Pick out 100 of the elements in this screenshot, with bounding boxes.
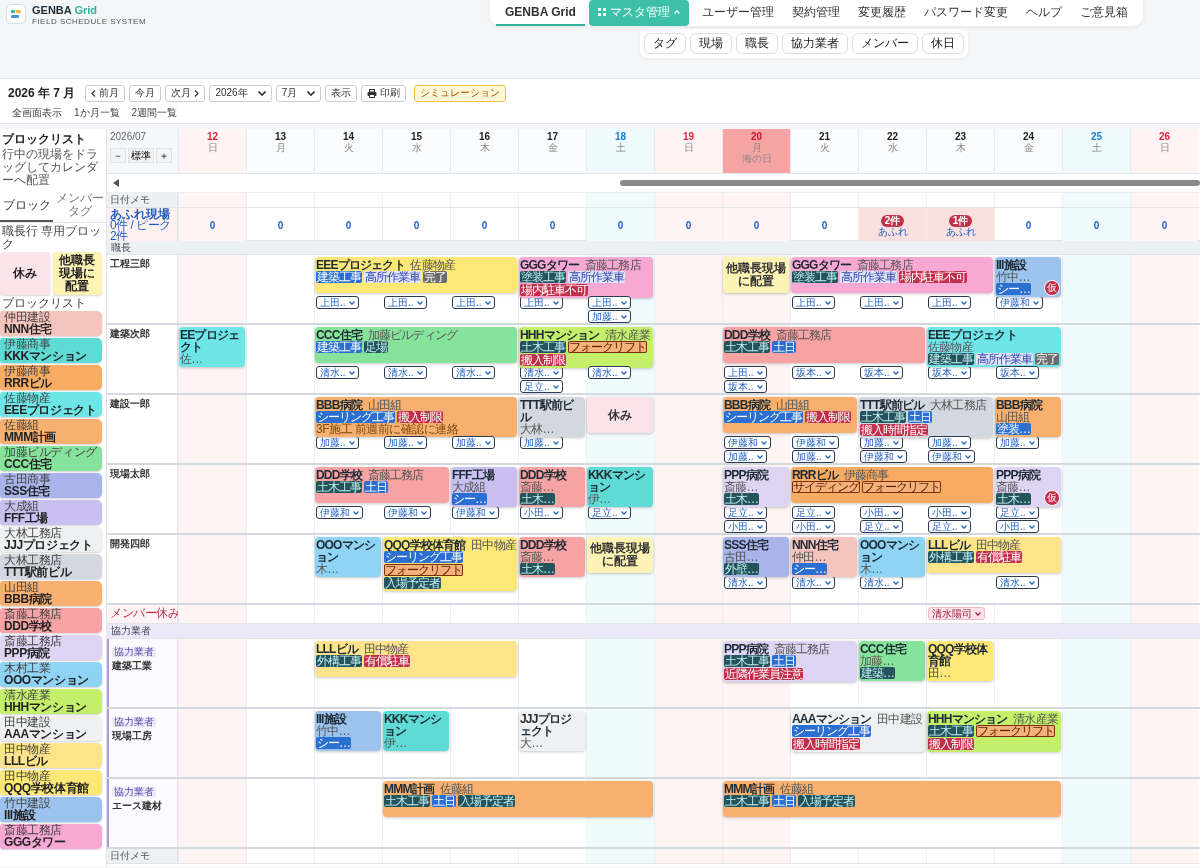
zoom-button[interactable]: － [110,148,126,163]
prev-button[interactable]: 前月 [85,84,126,102]
site-block[interactable]: 大成組 FFF工場 [0,500,102,525]
member-chip[interactable]: 坂本.. [996,366,1039,379]
site-block[interactable]: 木村工業 OOOマンション [0,662,102,687]
schedule-block[interactable]: 休み [587,397,653,433]
site-block[interactable]: 伊藤商事 RRRビル [0,365,102,390]
member-chip[interactable]: 清水.. [384,366,427,379]
member-chip[interactable]: 上田.. [384,296,427,309]
schedule-bar[interactable]: MMM計画 佐藤組 土木工事 土日 入場予定者 [723,781,1061,817]
select-field[interactable]: 7月 [275,84,322,102]
member-chip[interactable]: 清水陽司 [928,607,985,620]
special-block[interactable]: 休み [0,252,50,295]
member-chip[interactable]: 伊藤和 [792,436,839,449]
schedule-bar[interactable]: EEEプロジェクト 佐藤物産 建築工事 高所作業車 完了 [315,257,517,293]
schedule-bar[interactable]: SSS住宅 古田… 外壁… [723,537,789,577]
panel-tab[interactable]: メンバータグ [53,190,106,222]
site-block[interactable]: 大林工務店 TTT駅前ビル [0,554,102,579]
member-chip[interactable]: 足立.. [928,520,971,533]
site-block[interactable]: 佐藤組 MMM計画 [0,419,102,444]
schedule-bar[interactable]: III施設 竹中… シー… [315,711,381,751]
select-field[interactable]: 2026年 [209,84,272,102]
schedule-block[interactable]: 他職長現場に配置 [723,257,789,293]
schedule-bar[interactable]: TTT駅前ビル 大林… [519,397,585,437]
schedule-bar[interactable]: OOOマンション 木… [315,537,381,577]
member-chip[interactable]: 小田.. [860,506,903,519]
site-block[interactable]: 田中物産 QQQ学校体育館 [0,770,102,795]
schedule-bar[interactable]: LLLビル 田中物産 外構工事 有償駐車 [315,641,517,677]
submenu-button[interactable]: 協力業者 [782,33,848,54]
special-block[interactable]: 他職長現場に配置 [52,252,102,295]
site-block[interactable]: 加藤ビルディング CCC住宅 [0,446,102,471]
member-chip[interactable]: 小田.. [928,506,971,519]
schedule-bar[interactable]: JJJプロジェクト 大… [519,711,585,751]
schedule-bar[interactable]: PPP病院 斎藤工務店 土木工事 土日 近隣作業員注意 [723,641,857,682]
member-chip[interactable]: 坂本.. [792,366,835,379]
nav-tab[interactable]: ユーザー管理 [692,0,783,26]
submenu-button[interactable]: 現場 [690,33,732,54]
schedule-block[interactable]: 他職長現場に配置 [587,537,653,573]
submenu-button[interactable]: タグ [644,33,686,54]
member-chip[interactable]: 上田.. [724,366,767,379]
submenu-button[interactable]: 職長 [736,33,778,54]
member-chip[interactable]: 上田.. [928,296,971,309]
site-block[interactable]: 伊藤商事 KKKマンション [0,338,102,363]
site-block[interactable]: 大林工務店 JJJプロジェクト [0,527,102,552]
schedule-bar[interactable]: GGGタワー 斎藤工務店 塗装工事 高所作業車 場内駐車不可 [791,257,993,293]
schedule-bar[interactable]: AAAマンション 田中建設 シーリング工事 搬入時間指定 [791,711,925,752]
member-chip[interactable]: 足立.. [520,380,563,393]
nav-tab[interactable]: ご意見箱 [1070,0,1137,26]
member-chip[interactable]: 伊藤和 [928,450,975,463]
member-chip[interactable]: 加藤.. [792,450,835,463]
member-chip[interactable]: 小田.. [996,520,1039,533]
schedule-bar[interactable]: CCC住宅 加藤… 建築… [859,641,925,681]
member-chip[interactable]: 上田.. [860,296,903,309]
schedule-bar[interactable]: BBB病院 山田組 塗装… [995,397,1061,437]
site-block[interactable]: 山田組 BBB病院 [0,581,102,606]
member-chip[interactable]: 伊藤和 [316,506,363,519]
schedule-bar[interactable]: GGGタワー 斎藤工務店 塗装工事 高所作業車 場内駐車不可 [519,257,653,298]
nav-tab[interactable]: ヘルプ [1016,0,1071,26]
toolbar-button[interactable]: 表示 [325,84,358,102]
schedule-bar[interactable]: KKKマンション 伊… [383,711,449,751]
member-chip[interactable]: 小田.. [724,520,767,533]
member-chip[interactable]: 加藤.. [928,436,971,449]
member-chip[interactable]: 清水.. [452,366,495,379]
view-link[interactable]: 2週間一覧 [131,106,178,120]
site-block[interactable]: 佐藤物産 EEEプロジェクト [0,392,102,417]
member-chip[interactable]: 坂本.. [860,366,903,379]
schedule-bar[interactable]: HHHマンション 清水産業 土木工事 フォークリフト 搬入制限 [927,711,1061,752]
member-chip[interactable]: 小田.. [792,520,835,533]
schedule-bar[interactable]: BBB病院 山田組 シーリング工事 搬入制限 3F施工 前週前に確認に連絡 [315,397,517,437]
view-link[interactable]: 全画面表示 [12,106,62,120]
member-chip[interactable]: 清水.. [996,576,1039,589]
site-block[interactable]: 斎藤工務店 GGGタワー [0,824,102,849]
panel-tab[interactable]: ブロック [0,190,53,222]
schedule-bar[interactable]: NNN住宅 仲田… シー… [791,537,857,577]
schedule-bar[interactable]: QQQ学校体育館 田… [927,641,993,681]
member-chip[interactable]: 上田.. [792,296,835,309]
toolbar-button[interactable]: 今月 [129,84,162,102]
scrollbar-thumb[interactable] [620,180,1200,186]
member-chip[interactable]: 加藤.. [724,450,767,463]
member-chip[interactable]: 伊藤和 [724,436,771,449]
site-block[interactable]: 清水産業 HHHマンション [0,689,102,714]
zoom-button[interactable]: ＋ [156,148,172,163]
member-chip[interactable]: 足立.. [792,506,835,519]
submenu-button[interactable]: 休日 [922,33,964,54]
site-block[interactable]: 田中物産 LLLビル [0,743,102,768]
member-chip[interactable]: 足立.. [860,520,903,533]
member-chip[interactable]: 加藤.. [588,310,631,323]
nav-tab[interactable]: パスワード変更 [914,0,1017,26]
schedule-bar[interactable]: DDD学校 斎藤… 土木… [519,467,585,507]
schedule-bar[interactable]: FFF工場 大成組 シー… [451,467,517,507]
schedule-bar[interactable]: KKKマンション 伊… [587,467,653,507]
site-block[interactable]: 仲田建設 NNN住宅 [0,311,102,336]
submenu-button[interactable]: メンバー [852,33,918,54]
schedule-bar[interactable]: RRRビル 伊藤商事 サイディング フォークリフト [791,467,993,503]
member-chip[interactable]: 上田.. [316,296,359,309]
member-chip[interactable]: 伊藤和 [860,450,907,463]
schedule-bar[interactable]: DDD学校 斎藤工務店 土木工事 土日 [723,327,925,363]
schedule-bar[interactable]: III施設 竹中… シー… 仮 [995,257,1061,297]
schedule-bar[interactable]: BBB病院 山田組 シーリング工事 搬入制限 [723,397,857,433]
schedule-bar[interactable]: DDD学校 斎藤… 土木… [519,537,585,577]
